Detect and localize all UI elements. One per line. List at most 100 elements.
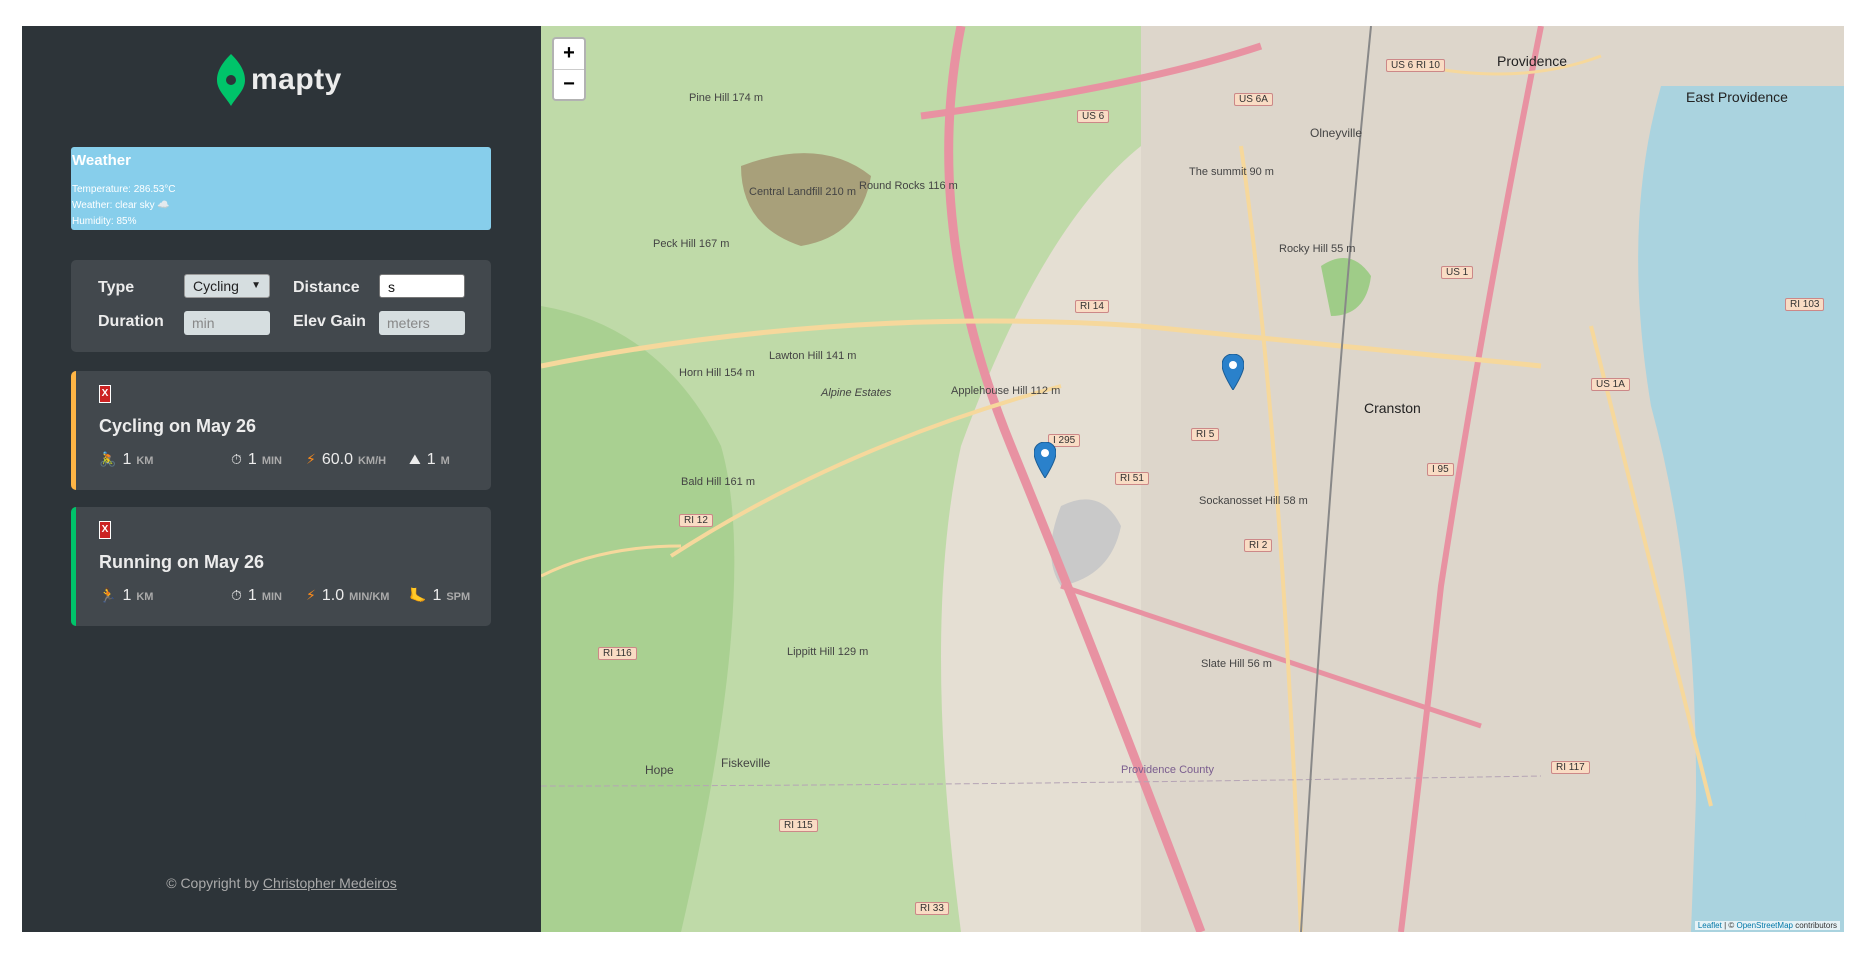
distance-input[interactable]: s	[379, 274, 465, 298]
place-label: Fiskeville	[721, 756, 771, 770]
road-shield: RI 117	[1551, 761, 1590, 774]
duration-unit: MIN	[261, 455, 282, 467]
distance-unit: KM	[136, 591, 154, 603]
hill-label: Horn Hill 154 m	[679, 367, 755, 379]
hill-label: Lippitt Hill 129 m	[787, 646, 869, 658]
place-label: Providence County	[1121, 764, 1214, 776]
speed-value: 60.0	[321, 451, 353, 468]
duration-label: Duration	[98, 313, 164, 330]
distance-unit: KM	[136, 455, 154, 467]
hill-label: Slate Hill 56 m	[1201, 658, 1272, 670]
runner-icon: 🏃	[99, 587, 117, 603]
place-label: Hope	[645, 763, 674, 777]
workout-stripe	[71, 371, 76, 490]
distance-value: 1	[122, 451, 132, 468]
workout-elevation: ⛰ 1 M	[409, 451, 450, 469]
hill-label: Bald Hill 161 m	[681, 476, 755, 488]
zoom-out-button[interactable]: −	[554, 70, 584, 100]
place-label: Alpine Estates	[821, 387, 892, 399]
weather-title: Weather	[72, 152, 131, 169]
road-shield: RI 51	[1115, 472, 1149, 485]
zoom-control: + −	[552, 37, 586, 101]
workout-duration: ⏱ 1 MIN	[231, 587, 282, 605]
workout-speed: ⚡ 60.0 KM/H	[306, 451, 386, 469]
place-label: Olneyville	[1310, 126, 1363, 140]
type-select-value: Cycling	[193, 278, 239, 294]
hill-label: Lawton Hill 141 m	[769, 350, 857, 362]
hill-label: Applehouse Hill 112 m	[951, 385, 1061, 397]
sidebar: mapty Weather Temperature: 286.53°C Weat…	[22, 26, 541, 932]
duration-input[interactable]: min	[184, 311, 270, 335]
pace-value: 1.0	[321, 587, 345, 604]
workout-distance: 🚴 1 KM	[99, 451, 153, 469]
road-shield: US 1	[1441, 266, 1474, 279]
road-shield: RI 116	[598, 647, 637, 660]
attribution-separator: | ©	[1721, 921, 1737, 930]
map-pin-logo-icon	[217, 54, 245, 106]
elev-gain-label: Elev Gain	[293, 313, 366, 330]
type-select[interactable]: Cycling ▼	[184, 274, 270, 298]
type-label: Type	[98, 279, 135, 296]
hill-label: Sockanosset Hill 58 m	[1199, 495, 1308, 507]
mountain-icon: ⛰	[409, 451, 421, 467]
place-label: East Providence	[1686, 89, 1788, 105]
hill-label: Pine Hill 174 m	[689, 92, 763, 104]
duration-unit: MIN	[261, 591, 282, 603]
chevron-down-icon: ▼	[251, 280, 261, 291]
road-shield: RI 5	[1191, 428, 1220, 441]
elevation-value: 1	[426, 451, 436, 468]
map-marker-icon[interactable]	[1222, 354, 1244, 390]
workout-duration: ⏱ 1 MIN	[231, 451, 282, 469]
pace-unit: MIN/KM	[349, 591, 390, 603]
lightning-icon: ⚡	[306, 587, 316, 603]
map-attribution: Leaflet | © OpenStreetMap contributors	[1694, 921, 1840, 930]
app: mapty Weather Temperature: 286.53°C Weat…	[22, 26, 1844, 932]
workout-distance: 🏃 1 KM	[99, 587, 153, 605]
logo: mapty	[217, 54, 342, 106]
hill-label: Central Landfill 210 m	[749, 186, 857, 198]
stopwatch-icon: ⏱	[231, 451, 242, 467]
attribution-suffix: contributors	[1792, 921, 1837, 930]
map[interactable]: + − Providence East Providence Olneyvill…	[541, 26, 1844, 932]
workout-stripe	[71, 507, 76, 626]
weather-panel: Weather Temperature: 286.53°C Weather: c…	[71, 147, 491, 230]
road-shield: RI 12	[679, 514, 713, 527]
speed-unit: KM/H	[357, 455, 387, 467]
weather-condition: Weather: clear sky ☁️	[72, 200, 170, 211]
logo-text: mapty	[251, 63, 342, 96]
road-shield: RI 2	[1244, 539, 1273, 552]
delete-workout-button[interactable]: X	[99, 521, 111, 539]
bicycle-icon: 🚴	[99, 451, 117, 467]
road-shield: RI 14	[1075, 300, 1109, 313]
road-shield: RI 33	[915, 902, 949, 915]
zoom-in-button[interactable]: +	[554, 39, 584, 70]
weather-temperature: Temperature: 286.53°C	[72, 184, 176, 195]
elevation-unit: M	[440, 455, 450, 467]
elev-gain-input[interactable]: meters	[379, 311, 465, 335]
workout-title: Running on May 26	[99, 552, 265, 572]
duration-value: 1	[247, 451, 257, 468]
weather-humidity: Humidity: 85%	[72, 216, 137, 227]
leaflet-link[interactable]: Leaflet	[1698, 921, 1722, 930]
copyright-text: © Copyright by	[166, 875, 263, 891]
delete-workout-button[interactable]: X	[99, 385, 111, 403]
lightning-icon: ⚡	[306, 451, 316, 467]
workout-item-cycling[interactable]: X Cycling on May 26 🚴 1 KM ⏱ 1 MIN ⚡ 60.…	[71, 371, 491, 490]
foot-icon: 🦶	[409, 587, 427, 603]
road-shield: US 1A	[1591, 378, 1630, 391]
hill-label: Peck Hill 167 m	[653, 238, 730, 250]
workout-item-running[interactable]: X Running on May 26 🏃 1 KM ⏱ 1 MIN ⚡ 1.0…	[71, 507, 491, 626]
author-link[interactable]: Christopher Medeiros	[263, 875, 397, 891]
hill-label: The summit 90 m	[1189, 166, 1274, 178]
road-shield: US 6	[1077, 110, 1110, 123]
road-shield: I 95	[1427, 463, 1454, 476]
road-shield: RI 115	[779, 819, 818, 832]
place-label: Cranston	[1364, 400, 1421, 416]
road-shield: US 6A	[1234, 93, 1273, 106]
hill-label: Round Rocks 116 m	[859, 180, 958, 192]
map-marker-icon[interactable]	[1034, 442, 1056, 478]
cadence-unit: SPM	[446, 591, 471, 603]
hill-label: Rocky Hill 55 m	[1279, 243, 1356, 255]
osm-link[interactable]: OpenStreetMap	[1736, 921, 1792, 930]
distance-label: Distance	[293, 279, 360, 296]
